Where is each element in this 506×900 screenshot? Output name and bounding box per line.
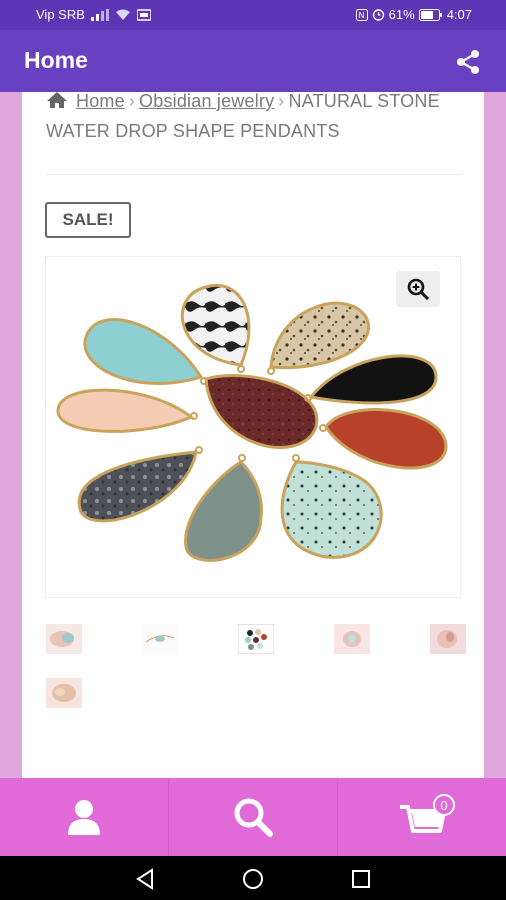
sale-badge: SALE! <box>45 202 131 238</box>
nfc-icon: N <box>355 8 368 21</box>
product-page: Home › Obsidian jewelry › NATURAL STONE WATE… <box>22 92 484 778</box>
breadcrumb: Home › Obsidian jewelry › NATURAL STONE WATE… <box>46 92 464 146</box>
back-icon[interactable] <box>134 868 156 890</box>
pendants-image <box>56 284 448 562</box>
user-icon <box>68 800 100 835</box>
pendant-zebra <box>180 284 251 367</box>
divider <box>46 174 462 175</box>
status-bar: Vip SRB N 61% 4:07 <box>0 0 506 30</box>
app-title: Home <box>24 47 88 73</box>
zoom-in-icon <box>407 278 430 301</box>
pendant-obsidian <box>308 354 438 405</box>
thumbnail-5[interactable] <box>430 624 466 654</box>
share-icon[interactable] <box>454 48 482 76</box>
pendant-red-jasper-center <box>204 374 319 449</box>
carrier-label: Vip SRB <box>36 7 85 22</box>
pendant-pink-opal <box>56 388 194 433</box>
bottom-nav: 0 <box>0 778 506 856</box>
home-icon[interactable] <box>46 92 68 109</box>
breadcrumb-category-link[interactable]: Obsidian jewelry <box>139 92 274 111</box>
pendant-red-jasper <box>324 408 448 470</box>
nav-cart[interactable]: 0 <box>338 778 506 856</box>
product-main-image[interactable] <box>45 256 461 598</box>
breadcrumb-separator: › <box>278 92 285 111</box>
nav-search[interactable] <box>169 778 338 856</box>
breadcrumb-home-link[interactable]: Home <box>76 92 125 111</box>
pendant-labradorite <box>184 460 263 562</box>
battery-icon <box>418 8 442 21</box>
search-icon <box>234 798 273 837</box>
thumbnail-3[interactable] <box>238 624 274 654</box>
clock: 4:07 <box>446 7 472 22</box>
notification-icon <box>136 8 151 21</box>
pendant-kiwi-jasper <box>280 460 383 559</box>
alarm-icon <box>372 9 384 21</box>
battery-percent: 61% <box>388 7 415 22</box>
cart-badge: 0 <box>433 794 455 816</box>
signal-icon <box>90 8 109 21</box>
wifi-icon <box>115 9 130 20</box>
zoom-button[interactable] <box>396 271 440 307</box>
status-left: Vip SRB <box>36 7 151 22</box>
pendant-dalmatian <box>269 301 370 370</box>
status-right: N 61% 4:07 <box>355 7 472 22</box>
nav-account[interactable] <box>0 778 169 856</box>
system-nav-bar <box>0 856 506 900</box>
thumbnail-1[interactable] <box>46 624 82 654</box>
thumbnail-6[interactable] <box>46 678 82 708</box>
breadcrumb-separator: › <box>128 92 136 111</box>
home-button-icon[interactable] <box>242 868 264 890</box>
thumbnail-4[interactable] <box>334 624 370 654</box>
pendant-larvikite <box>77 450 198 523</box>
thumbnail-2[interactable] <box>142 624 178 654</box>
svg-text:N: N <box>358 11 364 20</box>
app-bar: Home <box>0 30 506 92</box>
recents-icon[interactable] <box>350 868 372 890</box>
